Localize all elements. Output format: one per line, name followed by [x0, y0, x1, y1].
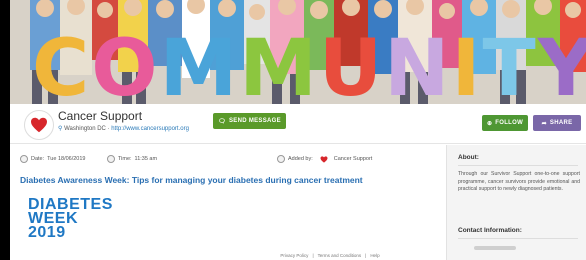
footer-link-terms[interactable]: Terms and Conditions	[318, 253, 362, 258]
org-logo	[24, 110, 54, 140]
location-separator: ·	[107, 126, 110, 132]
contact-item-placeholder	[474, 246, 516, 250]
post-meta: Date: Tue 18/06/2019 Time: 11:35 am Adde…	[20, 155, 430, 165]
post-date: Date: Tue 18/06/2019	[20, 155, 85, 163]
banner-letter: N	[384, 24, 452, 104]
profile-header: Cancer Support ⚲ Washington DC · http://…	[10, 104, 586, 144]
share-arrow-icon: ➦	[541, 120, 547, 127]
added-by-label: Added by:	[288, 156, 313, 162]
share-label: SHARE	[549, 120, 573, 126]
footer-link-help[interactable]: Help	[370, 253, 379, 258]
banner-letter: M	[159, 24, 240, 104]
about-text: Through our Survivor Support one-to-one …	[458, 171, 580, 193]
community-word-art: COMMUNITY	[32, 30, 586, 104]
banner-letter: U	[318, 24, 385, 104]
divider	[458, 238, 578, 239]
time-label: Time:	[118, 156, 132, 162]
calendar-icon	[20, 155, 28, 163]
footer-separator: |	[312, 252, 314, 258]
org-website-link[interactable]: http://www.cancersupport.org	[111, 126, 189, 132]
share-button[interactable]: ➦ SHARE	[533, 115, 581, 131]
user-icon	[277, 155, 285, 163]
send-message-button[interactable]: 🗨 SEND MESSAGE	[213, 113, 286, 129]
clock-icon	[107, 155, 115, 163]
diabetes-week-image: DIABETES WEEK 2019	[28, 197, 113, 241]
about-heading: About:	[458, 154, 479, 161]
banner-letter: O	[91, 24, 160, 104]
location-pin-icon: ⚲	[58, 126, 63, 132]
plus-circle-icon: ⊕	[486, 120, 493, 127]
footer-links: Privacy Policy | Terms and Conditions | …	[250, 250, 410, 260]
cover-banner: COMMUNITY	[10, 0, 586, 104]
org-location-row: ⚲ Washington DC · http://www.cancersuppo…	[58, 125, 189, 132]
post-time: Time: 11:35 am	[107, 155, 157, 163]
chat-icon: 🗨	[218, 118, 226, 125]
banner-letter: I	[451, 24, 483, 104]
added-by-value[interactable]: Cancer Support	[334, 156, 373, 162]
banner-letter: T	[482, 24, 538, 104]
send-message-label: SEND MESSAGE	[228, 118, 281, 124]
banner-letter: Y	[537, 24, 586, 104]
post-author: Added by: Cancer Support	[277, 155, 372, 163]
footer-separator: |	[365, 252, 367, 258]
org-name: Cancer Support	[58, 109, 143, 123]
follow-label: FOLLOW	[495, 120, 524, 126]
app-frame: COMMUNITY Cancer Support ⚲ Washington DC…	[10, 0, 586, 260]
follow-button[interactable]: ⊕ FOLLOW	[482, 115, 528, 131]
date-label: Date:	[31, 156, 45, 162]
banner-letter: M	[239, 24, 319, 104]
banner-letter: C	[32, 24, 92, 104]
heart-icon	[320, 155, 328, 163]
about-sidebar: About: Through our Survivor Support one-…	[446, 145, 586, 260]
divider	[458, 165, 578, 166]
post-content: Date: Tue 18/06/2019 Time: 11:35 am Adde…	[10, 145, 440, 260]
image-line: 2019	[28, 224, 66, 241]
date-value: Tue 18/06/2019	[47, 156, 86, 162]
heart-icon	[31, 117, 47, 133]
post-title-link[interactable]: Diabetes Awareness Week: Tips for managi…	[20, 175, 363, 185]
contact-heading: Contact Information:	[458, 227, 522, 234]
org-location: Washington DC	[64, 126, 106, 132]
footer-link-privacy[interactable]: Privacy Policy	[280, 253, 308, 258]
time-value: 11:35 am	[134, 156, 158, 162]
